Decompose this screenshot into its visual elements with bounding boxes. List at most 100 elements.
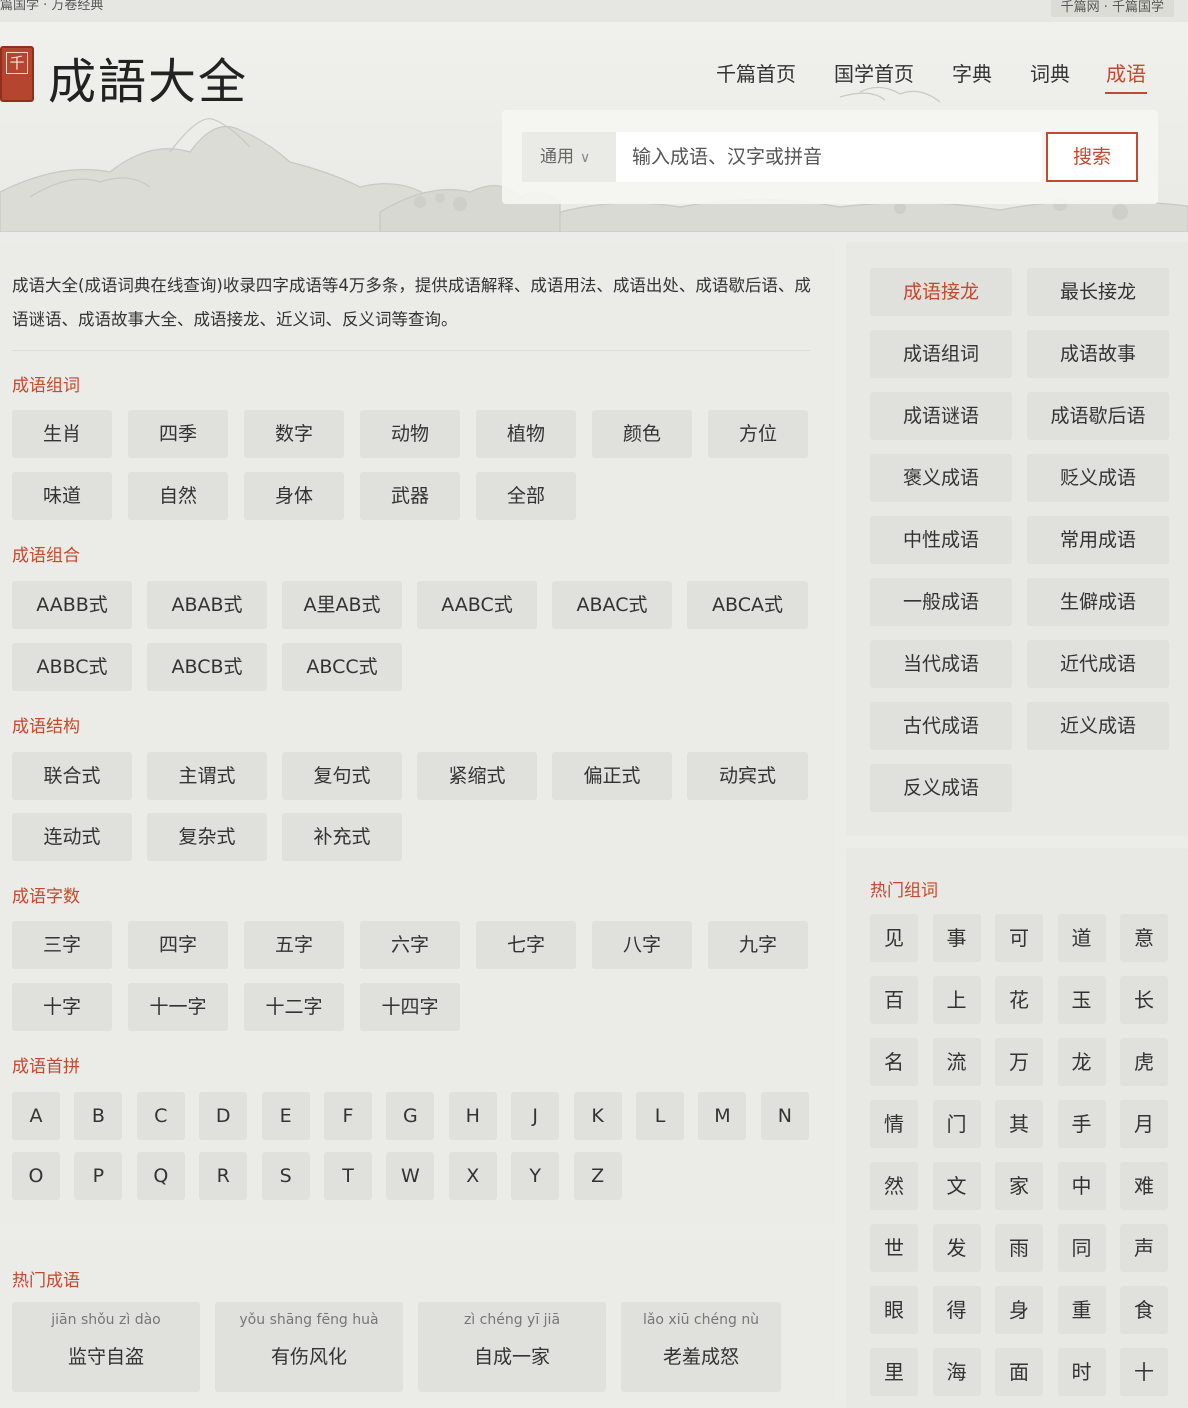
letter-l[interactable]: L <box>636 1092 684 1140</box>
letter-s[interactable]: S <box>261 1152 310 1200</box>
hot-word-char[interactable]: 时 <box>1057 1348 1106 1396</box>
tag-zishu[interactable]: 七字 <box>476 921 576 969</box>
tag-zishu[interactable]: 五字 <box>244 921 344 969</box>
letter-q[interactable]: Q <box>136 1152 185 1200</box>
popular-idiom-card[interactable]: lǎo xiū chéng nù 老羞成怒 <box>621 1302 781 1392</box>
tag-jiegou[interactable]: 主谓式 <box>147 752 267 800</box>
hot-word-char[interactable]: 名 <box>870 1038 918 1086</box>
tag-zuci[interactable]: 四季 <box>128 410 228 458</box>
letter-k[interactable]: K <box>573 1092 622 1140</box>
search-button[interactable]: 搜索 <box>1046 132 1138 182</box>
nav-cidian[interactable]: 词典 <box>1030 58 1070 87</box>
hot-word-char[interactable]: 可 <box>995 914 1043 962</box>
tag-zuci[interactable]: 颜色 <box>592 410 692 458</box>
letter-f[interactable]: F <box>324 1092 372 1140</box>
letter-w[interactable]: W <box>386 1152 435 1200</box>
hot-word-char[interactable]: 流 <box>932 1038 981 1086</box>
tag-zuci[interactable]: 方位 <box>708 410 808 458</box>
sidebar-link[interactable]: 当代成语 <box>870 640 1012 688</box>
hot-word-char[interactable]: 上 <box>932 976 981 1024</box>
tag-zuci[interactable]: 植物 <box>476 410 576 458</box>
letter-y[interactable]: Y <box>511 1152 560 1200</box>
sidebar-link[interactable]: 贬义成语 <box>1027 454 1169 502</box>
letter-h[interactable]: H <box>448 1092 497 1140</box>
sidebar-link[interactable]: 褒义成语 <box>870 454 1012 502</box>
hot-word-char[interactable]: 虎 <box>1120 1038 1168 1086</box>
tag-jiegou[interactable]: 偏正式 <box>552 752 672 800</box>
hot-word-char[interactable]: 长 <box>1120 976 1168 1024</box>
hot-word-char[interactable]: 得 <box>932 1286 981 1334</box>
letter-x[interactable]: X <box>448 1152 497 1200</box>
hot-word-char[interactable]: 龙 <box>1057 1038 1106 1086</box>
hot-word-char[interactable]: 同 <box>1057 1224 1106 1272</box>
sidebar-link[interactable]: 反义成语 <box>870 764 1012 812</box>
letter-r[interactable]: R <box>199 1152 248 1200</box>
hot-word-char[interactable]: 见 <box>870 914 918 962</box>
tag-zuhe[interactable]: AABC式 <box>417 581 537 629</box>
letter-o[interactable]: O <box>12 1152 60 1200</box>
letter-z[interactable]: Z <box>573 1152 622 1200</box>
sidebar-link[interactable]: 近代成语 <box>1027 640 1169 688</box>
tag-jiegou[interactable]: 复句式 <box>282 752 402 800</box>
hot-word-char[interactable]: 面 <box>995 1348 1043 1396</box>
letter-n[interactable]: N <box>760 1092 809 1140</box>
tag-zishu[interactable]: 十字 <box>12 983 112 1031</box>
hot-word-char[interactable]: 海 <box>932 1348 981 1396</box>
tag-jiegou[interactable]: 连动式 <box>12 813 132 861</box>
tag-jiegou[interactable]: 补充式 <box>282 813 402 861</box>
tag-zuci[interactable]: 身体 <box>244 472 344 520</box>
nav-guoxue-home[interactable]: 国学首页 <box>834 58 914 87</box>
sidebar-link[interactable]: 近义成语 <box>1027 702 1169 750</box>
tag-zuhe[interactable]: ABBC式 <box>12 643 132 691</box>
hot-word-char[interactable]: 百 <box>870 976 918 1024</box>
hot-word-char[interactable]: 身 <box>995 1286 1043 1334</box>
search-input[interactable] <box>616 132 1042 182</box>
sidebar-link[interactable]: 成语歇后语 <box>1027 392 1169 440</box>
letter-g[interactable]: G <box>386 1092 435 1140</box>
tag-zishu[interactable]: 十一字 <box>128 983 228 1031</box>
tag-jiegou[interactable]: 动宾式 <box>687 752 808 800</box>
tag-zuci[interactable]: 动物 <box>360 410 460 458</box>
tag-zuhe[interactable]: ABAC式 <box>552 581 672 629</box>
sidebar-link[interactable]: 古代成语 <box>870 702 1012 750</box>
tag-jiegou[interactable]: 联合式 <box>12 752 132 800</box>
hot-word-char[interactable]: 世 <box>870 1224 918 1272</box>
search-scope-select[interactable]: 通用 ∨ <box>522 132 616 182</box>
letter-a[interactable]: A <box>12 1092 60 1140</box>
tag-zuhe[interactable]: ABCC式 <box>282 643 402 691</box>
tag-zishu[interactable]: 十四字 <box>360 983 460 1031</box>
tag-zuci[interactable]: 武器 <box>360 472 460 520</box>
hot-word-char[interactable]: 发 <box>932 1224 981 1272</box>
tag-zishu[interactable]: 三字 <box>12 921 112 969</box>
tag-zishu[interactable]: 四字 <box>128 921 228 969</box>
sidebar-link[interactable]: 成语故事 <box>1027 330 1169 378</box>
hot-word-char[interactable]: 雨 <box>995 1224 1043 1272</box>
hot-word-char[interactable]: 声 <box>1120 1224 1168 1272</box>
tag-jiegou[interactable]: 紧缩式 <box>417 752 537 800</box>
tag-jiegou[interactable]: 复杂式 <box>147 813 267 861</box>
letter-m[interactable]: M <box>698 1092 747 1140</box>
sidebar-link[interactable]: 生僻成语 <box>1027 578 1169 626</box>
hot-word-char[interactable]: 事 <box>932 914 981 962</box>
site-name-badge[interactable]: 千篇网 · 千篇国学 <box>1050 0 1174 17</box>
nav-qianpian-home[interactable]: 千篇首页 <box>716 58 796 87</box>
hot-word-char[interactable]: 其 <box>995 1100 1043 1148</box>
tag-zuhe[interactable]: ABAB式 <box>147 581 267 629</box>
sidebar-link[interactable]: 中性成语 <box>870 516 1012 564</box>
hot-word-char[interactable]: 难 <box>1120 1162 1168 1210</box>
tag-zuhe[interactable]: ABCB式 <box>147 643 267 691</box>
popular-idiom-card[interactable]: zì chéng yī jiā 自成一家 <box>418 1302 606 1392</box>
letter-j[interactable]: J <box>511 1092 560 1140</box>
hot-word-char[interactable]: 道 <box>1057 914 1106 962</box>
hot-word-char[interactable]: 花 <box>995 976 1043 1024</box>
sidebar-link[interactable]: 常用成语 <box>1027 516 1169 564</box>
tag-zuci[interactable]: 全部 <box>476 472 576 520</box>
tag-zuci[interactable]: 数字 <box>244 410 344 458</box>
hot-word-char[interactable]: 玉 <box>1057 976 1106 1024</box>
sidebar-link[interactable]: 一般成语 <box>870 578 1012 626</box>
hot-word-char[interactable]: 然 <box>870 1162 918 1210</box>
tag-zishu[interactable]: 六字 <box>360 921 460 969</box>
tag-zuci[interactable]: 味道 <box>12 472 112 520</box>
logo-seal[interactable]: 千 <box>0 46 34 102</box>
hot-word-char[interactable]: 月 <box>1120 1100 1168 1148</box>
